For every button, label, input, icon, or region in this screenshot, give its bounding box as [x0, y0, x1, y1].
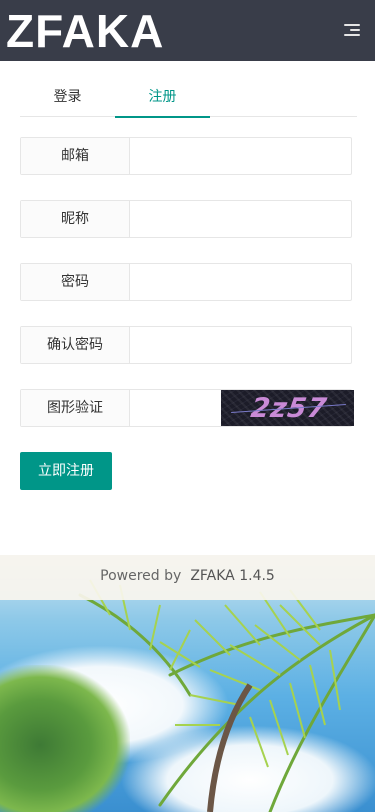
captcha-label: 图形验证 — [21, 390, 130, 426]
password-field[interactable] — [131, 264, 351, 300]
top-header: ZFAKA — [0, 0, 375, 61]
tab-register[interactable]: 注册 — [115, 78, 210, 118]
nickname-field[interactable] — [131, 201, 351, 237]
password-label: 密码 — [21, 264, 130, 300]
nickname-row: 昵称 — [20, 200, 352, 238]
menu-fold-icon[interactable] — [344, 24, 360, 38]
nickname-label: 昵称 — [21, 201, 130, 237]
register-submit-button[interactable]: 立即注册 — [20, 452, 112, 490]
footer-background: Powered by ZFAKA 1.4.5 — [0, 555, 375, 812]
site-logo[interactable]: ZFAKA — [6, 4, 164, 58]
email-label: 邮箱 — [21, 138, 130, 174]
powered-by-label: Powered by — [100, 568, 182, 584]
captcha-field[interactable] — [131, 390, 221, 426]
confirm-password-field[interactable] — [131, 327, 351, 363]
confirm-password-row: 确认密码 — [20, 326, 352, 364]
auth-tabs: 登录 注册 — [20, 78, 357, 118]
confirm-password-label: 确认密码 — [21, 327, 130, 363]
footer-banner: Powered by ZFAKA 1.4.5 — [0, 555, 375, 600]
captcha-row: 图形验证 2z57 — [20, 389, 354, 427]
footer-brand-link[interactable]: ZFAKA 1.4.5 — [190, 568, 275, 584]
password-row: 密码 — [20, 263, 352, 301]
tab-login[interactable]: 登录 — [20, 78, 115, 117]
powered-by-text: Powered by ZFAKA 1.4.5 — [0, 568, 375, 584]
captcha-image[interactable]: 2z57 — [221, 390, 354, 426]
email-row: 邮箱 — [20, 137, 352, 175]
email-field[interactable] — [131, 138, 351, 174]
